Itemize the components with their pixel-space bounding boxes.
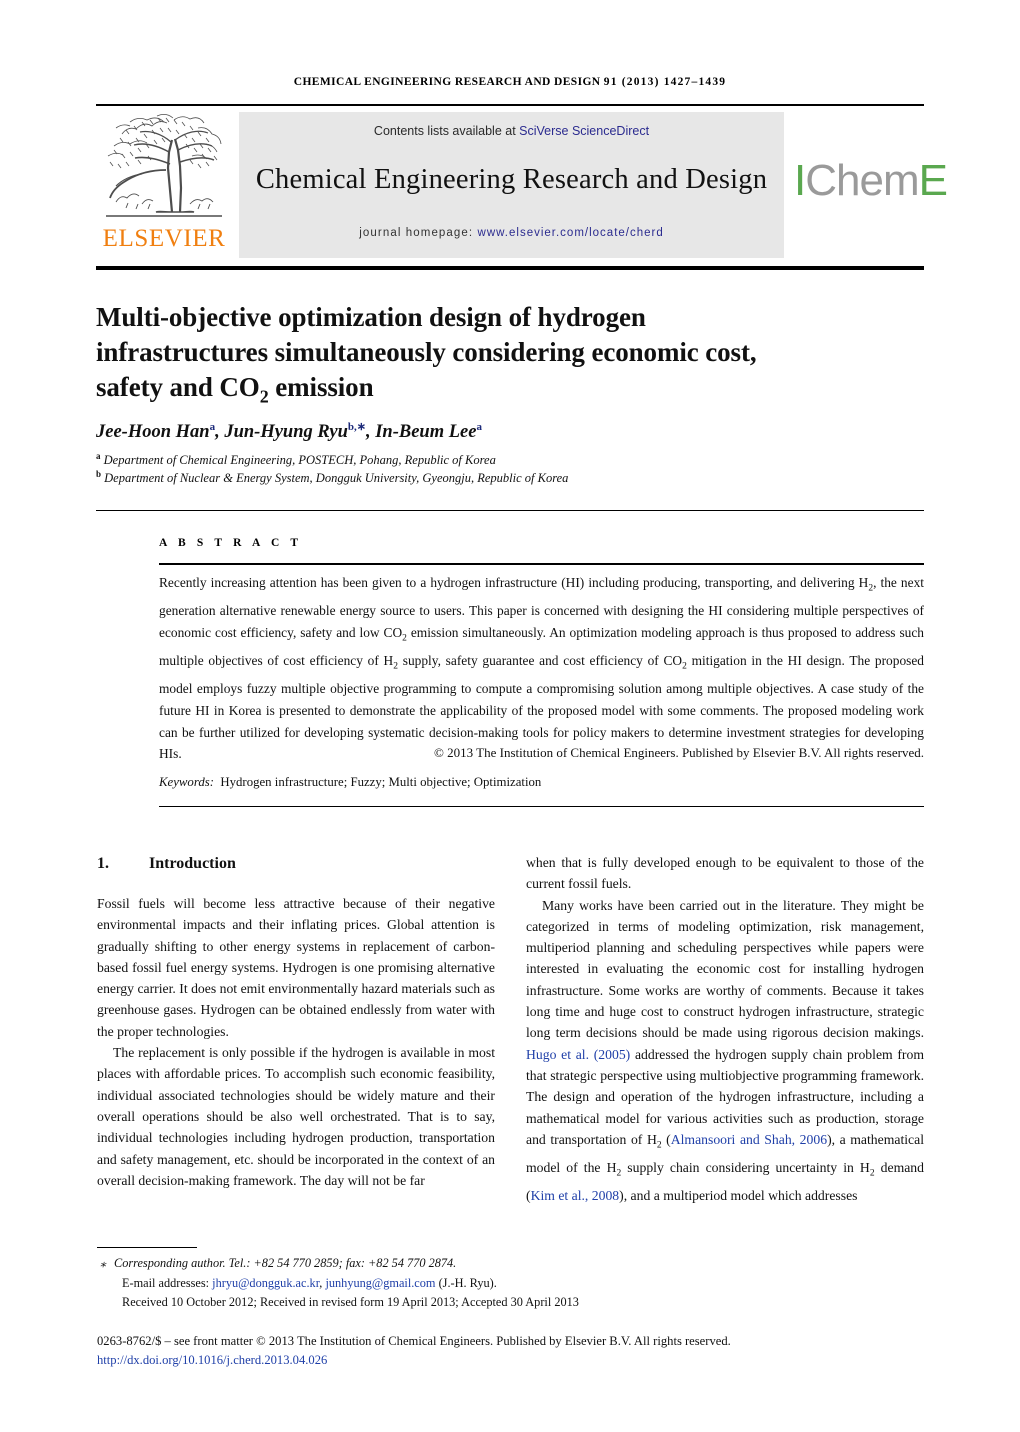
- elsevier-wordmark: ELSEVIER: [102, 225, 226, 252]
- paragraph-right-1: when that is fully developed enough to b…: [526, 855, 924, 892]
- title-line-3b: emission: [268, 372, 374, 403]
- email-link-1[interactable]: jhryu@dongguk.ac.kr: [212, 1276, 319, 1290]
- author-mark-2: b,∗: [347, 421, 366, 433]
- contents-lists-prefix: Contents lists available at: [373, 124, 520, 138]
- running-head-journal: CHEMICAL ENGINEERING RESEARCH AND DESIGN: [293, 76, 601, 88]
- email-line: E-mail addresses: jhryu@dongguk.ac.kr, j…: [122, 1275, 497, 1290]
- affiliation-b: b Department of Nuclear & Energy System,…: [96, 469, 916, 486]
- journal-title: Chemical Engineering Research and Design: [255, 164, 768, 195]
- author-list: Jee-Hoon Hana, Jun-Hyung Ryub,∗, In-Beum…: [96, 421, 482, 443]
- keywords: Keywords: Hydrogen infrastructure; Fuzzy…: [159, 775, 924, 790]
- body-column-left: Fossil fuels will become less attractive…: [97, 893, 495, 1191]
- title-subscript: 2: [259, 386, 269, 407]
- paragraph-left-2: The replacement is only possible if the …: [97, 1045, 495, 1188]
- paragraph-right-2-seg-1: Many works have been carried out in the …: [526, 897, 924, 1041]
- icheme-logo: IChemE: [794, 156, 948, 206]
- abstract-bottom-rule: [159, 806, 924, 808]
- body-column-right: when that is fully developed enough to b…: [526, 852, 924, 1206]
- doi-link[interactable]: http://dx.doi.org/10.1016/j.cherd.2013.0…: [97, 1353, 927, 1368]
- icheme-logo-part1: I: [794, 156, 806, 205]
- email-suffix: (J.-H. Ryu).: [438, 1275, 497, 1290]
- affiliation-b-mark: b: [96, 469, 102, 479]
- sciencedirect-link[interactable]: SciVerse ScienceDirect: [519, 124, 649, 138]
- abstract-copyright: © 2013 The Institution of Chemical Engin…: [434, 745, 924, 760]
- abstract-label: A B S T R A C T: [159, 537, 303, 549]
- journal-homepage-link[interactable]: www.elsevier.com/locate/cherd: [478, 227, 664, 239]
- affiliation-a-mark: a: [96, 451, 101, 461]
- article-page: CHEMICAL ENGINEERING RESEARCH AND DESIGN…: [0, 0, 1020, 1432]
- section-heading-introduction: Introduction: [149, 855, 236, 872]
- keywords-label: Keywords:: [159, 775, 214, 789]
- citation-almansoori-shah-2006[interactable]: Almansoori and Shah, 2006: [671, 1132, 827, 1147]
- author-name-2[interactable]: Jun-Hyung Ryu: [224, 422, 348, 442]
- journal-homepage-line: journal homepage: www.elsevier.com/locat…: [239, 227, 784, 239]
- affiliation-a-text: Department of Chemical Engineering, POST…: [103, 453, 496, 468]
- page-title: Multi-objective optimization design of h…: [96, 300, 916, 414]
- keywords-value: Hydrogen infrastructure; Fuzzy; Multi ob…: [220, 775, 542, 789]
- corresponding-author-text: Corresponding author. Tel.: +82 54 770 2…: [114, 1256, 457, 1270]
- icheme-logo-part3: E: [918, 156, 948, 205]
- icheme-logo-part2: Chem: [805, 156, 919, 205]
- paragraph-right-2-seg-7: ), and a multiperiod model which address…: [619, 1187, 858, 1203]
- title-line-2: infrastructures simultaneously consideri…: [96, 337, 757, 368]
- elsevier-tree-icon: [102, 112, 226, 224]
- author-name-3[interactable]: In-Beum Lee: [375, 422, 476, 442]
- abstract-top-rule: [96, 510, 924, 512]
- title-line-3a: safety and CO: [96, 372, 260, 403]
- author-name-1[interactable]: Jee-Hoon Han: [96, 422, 210, 442]
- corresponding-author-note: ⁎ Corresponding author. Tel.: +82 54 770 …: [97, 1254, 927, 1274]
- title-line-1: Multi-objective optimization design of h…: [96, 302, 646, 333]
- citation-hugo-2005[interactable]: Hugo et al. (2005): [526, 1047, 630, 1062]
- footnote-rule: [97, 1247, 197, 1249]
- affiliation-b-text: Department of Nuclear & Energy System, D…: [104, 471, 569, 486]
- journal-masthead: ELSEVIER Contents lists available at Sci…: [96, 110, 948, 260]
- received-dates: Received 10 October 2012; Received in re…: [122, 1295, 579, 1309]
- paragraph-right-2: Many works have been carried out in the …: [526, 895, 924, 1207]
- abstract-text: Recently increasing attention has been g…: [159, 572, 924, 765]
- author-mark-1: a: [209, 421, 216, 433]
- homepage-label: journal homepage:: [359, 227, 478, 239]
- section-number: 1.: [97, 855, 109, 872]
- paragraph-right-2-seg-5: supply chain considering uncertainty in …: [621, 1159, 870, 1175]
- author-mark-3: a: [476, 421, 482, 433]
- footnote-block: ⁎ Corresponding author. Tel.: +82 54 770 …: [97, 1254, 927, 1313]
- masthead-bottom-rule: [96, 266, 924, 270]
- citation-kim-2008[interactable]: Kim et al., 2008: [531, 1188, 620, 1203]
- abstract-seg-1: Recently increasing attention has been g…: [159, 575, 869, 590]
- affiliation-a: a Department of Chemical Engineering, PO…: [96, 451, 916, 468]
- asterisk-icon: ⁎: [100, 1256, 106, 1270]
- running-head: CHEMICAL ENGINEERING RESEARCH AND DESIGN…: [0, 76, 1020, 88]
- paragraph-left-1: Fossil fuels will become less attractive…: [97, 896, 495, 1039]
- abstract-divider-rule: [159, 563, 924, 566]
- header-rule: [96, 104, 924, 106]
- paragraph-right-2-seg-3: (: [661, 1131, 671, 1147]
- email-label: E-mail addresses:: [122, 1275, 210, 1290]
- issn-copyright-line: 0263-8762/$ – see front matter © 2013 Th…: [97, 1334, 731, 1348]
- email-link-2[interactable]: junhyung@gmail.com: [325, 1276, 435, 1290]
- running-head-volume: 91 (2013) 1427–1439: [603, 76, 727, 88]
- abstract-seg-4: supply, safety guarantee and cost effici…: [397, 653, 683, 669]
- elsevier-logo: ELSEVIER: [100, 112, 228, 260]
- journal-banner: Contents lists available at SciVerse Sci…: [239, 112, 784, 258]
- contents-lists-line: Contents lists available at SciVerse Sci…: [239, 124, 784, 138]
